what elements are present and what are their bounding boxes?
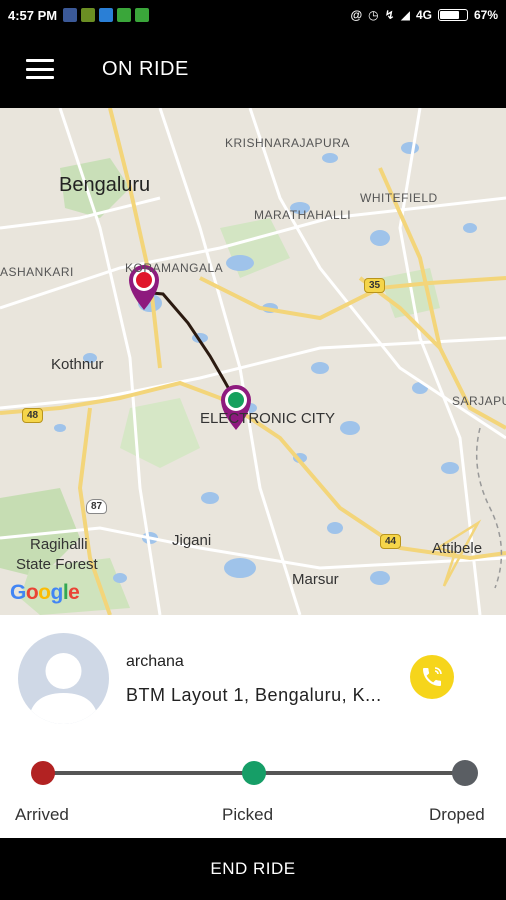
map-label-sarjapur: SARJAPU (452, 394, 506, 408)
facebook-icon (63, 8, 78, 22)
hamburger-menu-icon[interactable] (26, 59, 54, 79)
progress-track-1 (43, 771, 254, 775)
page-title: ON RIDE (102, 57, 189, 80)
step-picked-label: Picked (222, 805, 274, 824)
map-label-marsur: Marsur (292, 571, 339, 588)
map-label-koramangala: KORAMANGALA (125, 261, 224, 275)
message-icon (117, 8, 132, 22)
map-label-attibele: Attibele (432, 540, 483, 557)
map-label-ashankari: ASHANKARI (0, 265, 74, 279)
map-label-whitefield: WHITEFIELD (360, 191, 438, 205)
status-bar: 4:57 PM @ ◷ ↯ ◢ 4G 67% (0, 0, 506, 30)
rider-name: archana (126, 653, 184, 670)
network-type: 4G (415, 8, 432, 22)
app-bar: ON RIDE (0, 30, 506, 108)
end-ride-button[interactable]: END RIDE (0, 838, 506, 900)
alarm-icon: ◷ (368, 8, 379, 22)
cloud-icon (99, 8, 114, 22)
google-logo: Google (10, 581, 80, 604)
map-label-marathahalli: MARATHAHALLI (254, 208, 352, 222)
message-icon-2 (135, 8, 150, 22)
signal-icon: ◢ (400, 8, 410, 22)
battery-percent: 67% (473, 8, 498, 22)
map-view[interactable]: Bengaluru KRISHNARAJAPURA WHITEFIELD MAR… (0, 108, 506, 615)
notification-icons (63, 8, 150, 22)
map-label-ragihalli: Ragihalli (30, 536, 88, 553)
rider-address: BTM Layout 1, Bengaluru, K... (126, 685, 382, 705)
map-label-krishnarajapura: KRISHNARAJAPURA (225, 136, 350, 150)
step-droped-dot (452, 760, 478, 786)
map-label-jigani: Jigani (172, 532, 212, 549)
phone-icon (423, 667, 442, 686)
ride-progress: Arrived Picked Droped (0, 745, 506, 835)
vibrate-icon: ↯ (384, 8, 395, 22)
call-button[interactable] (410, 655, 454, 699)
highway-shield-87: 87 (86, 499, 108, 514)
step-arrived-label: Arrived (15, 805, 69, 824)
highway-shield-44: 44 (380, 534, 402, 549)
map-label-state-forest: State Forest (16, 556, 98, 573)
highway-shield-48: 48 (22, 408, 44, 423)
app-notification-icon (81, 8, 96, 22)
step-droped-label: Droped (429, 805, 485, 824)
map-label-kothnur: Kothnur (51, 356, 104, 373)
user-silhouette-icon (28, 653, 99, 724)
at-icon: @ (350, 8, 363, 22)
step-picked-dot (242, 761, 266, 785)
map-label-electronic-city: ELECTRONIC CITY (200, 410, 336, 427)
status-time: 4:57 PM (8, 7, 58, 23)
highway-shield-35: 35 (364, 278, 386, 293)
battery-icon (437, 9, 468, 21)
progress-track-2 (254, 771, 464, 775)
avatar (18, 633, 109, 724)
step-arrived-dot (31, 761, 55, 785)
rider-info-panel: archana BTM Layout 1, Bengaluru, K... (0, 615, 506, 745)
map-label-bengaluru: Bengaluru (59, 174, 151, 196)
